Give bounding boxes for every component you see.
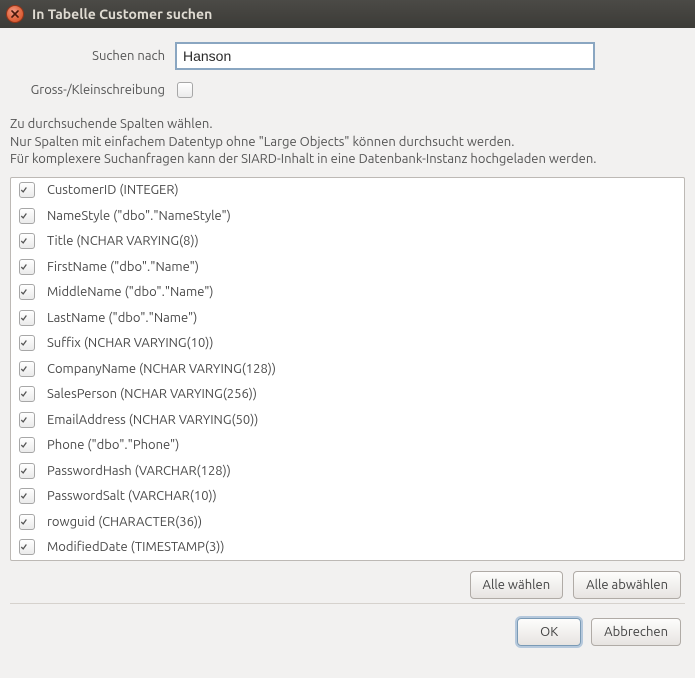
- column-item[interactable]: MiddleName ("dbo"."Name"): [11, 280, 684, 306]
- column-checkbox[interactable]: [19, 284, 35, 300]
- column-checkbox[interactable]: [19, 182, 35, 198]
- check-icon: [20, 261, 28, 273]
- select-all-button[interactable]: Alle wählen: [470, 571, 564, 599]
- column-label: NameStyle ("dbo"."NameStyle"): [47, 209, 231, 223]
- selection-button-row: Alle wählen Alle abwählen: [10, 561, 685, 599]
- check-icon: [20, 235, 28, 247]
- column-checkbox[interactable]: [19, 310, 35, 326]
- column-label: MiddleName ("dbo"."Name"): [47, 285, 214, 299]
- close-icon: [11, 10, 19, 18]
- column-label: EmailAddress (NCHAR VARYING(50)): [47, 413, 258, 427]
- column-checkbox[interactable]: [19, 412, 35, 428]
- column-checkbox[interactable]: [19, 233, 35, 249]
- column-checkbox[interactable]: [19, 514, 35, 530]
- check-icon: [20, 363, 28, 375]
- column-item[interactable]: rowguid (CHARACTER(36)): [11, 509, 684, 535]
- dialog-window: In Tabelle Customer suchen Suchen nach G…: [0, 0, 695, 678]
- column-checkbox[interactable]: [19, 361, 35, 377]
- search-row: Suchen nach: [10, 42, 685, 70]
- check-icon: [20, 286, 28, 298]
- close-button[interactable]: [6, 5, 24, 23]
- search-input[interactable]: [175, 42, 595, 70]
- check-icon: [20, 414, 28, 426]
- column-item[interactable]: PasswordHash (VARCHAR(128)): [11, 458, 684, 484]
- titlebar: In Tabelle Customer suchen: [0, 0, 695, 28]
- column-item[interactable]: NameStyle ("dbo"."NameStyle"): [11, 203, 684, 229]
- column-item[interactable]: Phone ("dbo"."Phone"): [11, 433, 684, 459]
- column-checkbox[interactable]: [19, 208, 35, 224]
- instructions-line: Für komplexere Suchanfragen kann der SIA…: [10, 151, 685, 169]
- column-item[interactable]: FirstName ("dbo"."Name"): [11, 254, 684, 280]
- column-label: SalesPerson (NCHAR VARYING(256)): [47, 387, 257, 401]
- cancel-button[interactable]: Abbrechen: [591, 618, 681, 646]
- column-label: rowguid (CHARACTER(36)): [47, 515, 202, 529]
- check-icon: [20, 516, 28, 528]
- instructions-line: Nur Spalten mit einfachem Datentyp ohne …: [10, 134, 685, 152]
- column-item[interactable]: EmailAddress (NCHAR VARYING(50)): [11, 407, 684, 433]
- check-icon: [20, 465, 28, 477]
- column-label: FirstName ("dbo"."Name"): [47, 260, 199, 274]
- divider: [10, 603, 685, 604]
- column-checkbox[interactable]: [19, 539, 35, 555]
- column-label: PasswordSalt (VARCHAR(10)): [47, 489, 217, 503]
- column-item[interactable]: ModifiedDate (TIMESTAMP(3)): [11, 535, 684, 561]
- search-label: Suchen nach: [10, 49, 165, 63]
- column-checkbox[interactable]: [19, 259, 35, 275]
- column-checkbox[interactable]: [19, 463, 35, 479]
- case-label: Gross-/Kleinschreibung: [10, 83, 165, 97]
- case-row: Gross-/Kleinschreibung: [10, 82, 685, 98]
- column-label: CustomerID (INTEGER): [47, 183, 179, 197]
- column-checkbox[interactable]: [19, 488, 35, 504]
- column-item[interactable]: SalesPerson (NCHAR VARYING(256)): [11, 382, 684, 408]
- check-icon: [20, 388, 28, 400]
- column-label: CompanyName (NCHAR VARYING(128)): [47, 362, 276, 376]
- column-list[interactable]: CustomerID (INTEGER) NameStyle ("dbo"."Na…: [10, 177, 685, 562]
- instructions: Zu durchsuchende Spalten wählen. Nur Spa…: [10, 116, 685, 169]
- check-icon: [20, 210, 28, 222]
- column-checkbox[interactable]: [19, 386, 35, 402]
- dialog-button-row: OK Abbrechen: [10, 608, 685, 646]
- column-label: Suffix (NCHAR VARYING(10)): [47, 336, 214, 350]
- ok-button[interactable]: OK: [517, 618, 581, 646]
- column-label: Title (NCHAR VARYING(8)): [47, 234, 199, 248]
- column-label: LastName ("dbo"."Name"): [47, 311, 197, 325]
- check-icon: [20, 490, 28, 502]
- instructions-line: Zu durchsuchende Spalten wählen.: [10, 116, 685, 134]
- check-icon: [20, 184, 28, 196]
- column-label: ModifiedDate (TIMESTAMP(3)): [47, 540, 225, 554]
- check-icon: [20, 312, 28, 324]
- column-item[interactable]: Title (NCHAR VARYING(8)): [11, 229, 684, 255]
- window-title: In Tabelle Customer suchen: [32, 6, 212, 22]
- column-item[interactable]: CompanyName (NCHAR VARYING(128)): [11, 356, 684, 382]
- column-item[interactable]: LastName ("dbo"."Name"): [11, 305, 684, 331]
- check-icon: [20, 541, 28, 553]
- dialog-body: Suchen nach Gross-/Kleinschreibung Zu du…: [0, 28, 695, 678]
- column-item[interactable]: Suffix (NCHAR VARYING(10)): [11, 331, 684, 357]
- column-item[interactable]: PasswordSalt (VARCHAR(10)): [11, 484, 684, 510]
- column-checkbox[interactable]: [19, 335, 35, 351]
- check-icon: [20, 439, 28, 451]
- column-label: PasswordHash (VARCHAR(128)): [47, 464, 231, 478]
- case-checkbox[interactable]: [177, 82, 193, 98]
- column-label: Phone ("dbo"."Phone"): [47, 438, 179, 452]
- column-checkbox[interactable]: [19, 437, 35, 453]
- check-icon: [20, 337, 28, 349]
- column-item[interactable]: CustomerID (INTEGER): [11, 178, 684, 204]
- deselect-all-button[interactable]: Alle abwählen: [573, 571, 681, 599]
